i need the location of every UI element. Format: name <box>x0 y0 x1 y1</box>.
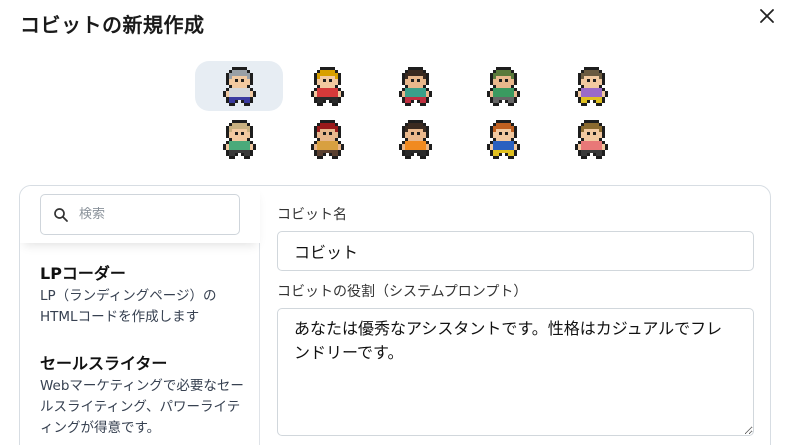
avatar-sprite-icon <box>574 119 608 159</box>
template-description: LP（ランディングページ）のHTMLコードを作成します <box>40 288 217 325</box>
avatar-option[interactable] <box>371 114 459 164</box>
avatar-option[interactable] <box>371 61 459 111</box>
close-button[interactable] <box>755 4 779 28</box>
avatar-option[interactable] <box>547 114 635 164</box>
avatar-sprite-icon <box>310 119 344 159</box>
template-list: LPコーダー LP（ランディングページ）のHTMLコードを作成します セールスラ… <box>20 186 260 445</box>
avatar-option[interactable] <box>283 114 371 164</box>
avatar-sprite-icon <box>222 66 256 106</box>
search-input[interactable] <box>79 207 229 222</box>
search-area <box>20 186 260 243</box>
avatar-sprite-icon <box>574 66 608 106</box>
cobit-settings: コビット名 コビットの役割（システムプロンプト） あなたは優秀なアシスタントです… <box>277 186 770 445</box>
avatar-option[interactable] <box>283 61 371 111</box>
close-icon <box>760 9 774 23</box>
cobit-form-panel: LPコーダー LP（ランディングページ）のHTMLコードを作成します セールスラ… <box>19 185 771 445</box>
template-description: Webマーケティングで必要なセールスライティング、パワーライティングが得意です。 <box>40 378 244 436</box>
avatar-sprite-icon <box>222 119 256 159</box>
template-name: LPコーダー <box>40 264 126 283</box>
avatar-option[interactable] <box>547 61 635 111</box>
cobit-name-input[interactable] <box>277 231 754 271</box>
avatar-option[interactable] <box>195 114 283 164</box>
avatar-picker <box>195 61 625 171</box>
avatar-sprite-icon <box>398 119 432 159</box>
search-box[interactable] <box>40 194 240 235</box>
avatar-sprite-icon <box>310 66 344 106</box>
system-prompt-textarea[interactable]: あなたは優秀なアシスタントです。性格はカジュアルでフレンドリーです。 <box>277 308 754 436</box>
cobit-name-label: コビット名 <box>277 207 347 223</box>
avatar-sprite-icon <box>486 66 520 106</box>
avatar-option[interactable] <box>195 61 283 111</box>
search-icon <box>54 207 68 222</box>
template-item-lp-coder[interactable]: LPコーダー LP（ランディングページ）のHTMLコードを作成します <box>40 263 250 328</box>
template-name: セールスライター <box>40 354 168 373</box>
avatar-sprite-icon <box>486 119 520 159</box>
avatar-option[interactable] <box>459 61 547 111</box>
dialog-title: コビットの新規作成 <box>20 13 205 37</box>
avatar-option[interactable] <box>459 114 547 164</box>
template-item-sales-writer[interactable]: セールスライター Webマーケティングで必要なセールスライティング、パワーライテ… <box>40 353 250 439</box>
cobit-role-label: コビットの役割（システムプロンプト） <box>277 284 528 300</box>
avatar-sprite-icon <box>398 66 432 106</box>
